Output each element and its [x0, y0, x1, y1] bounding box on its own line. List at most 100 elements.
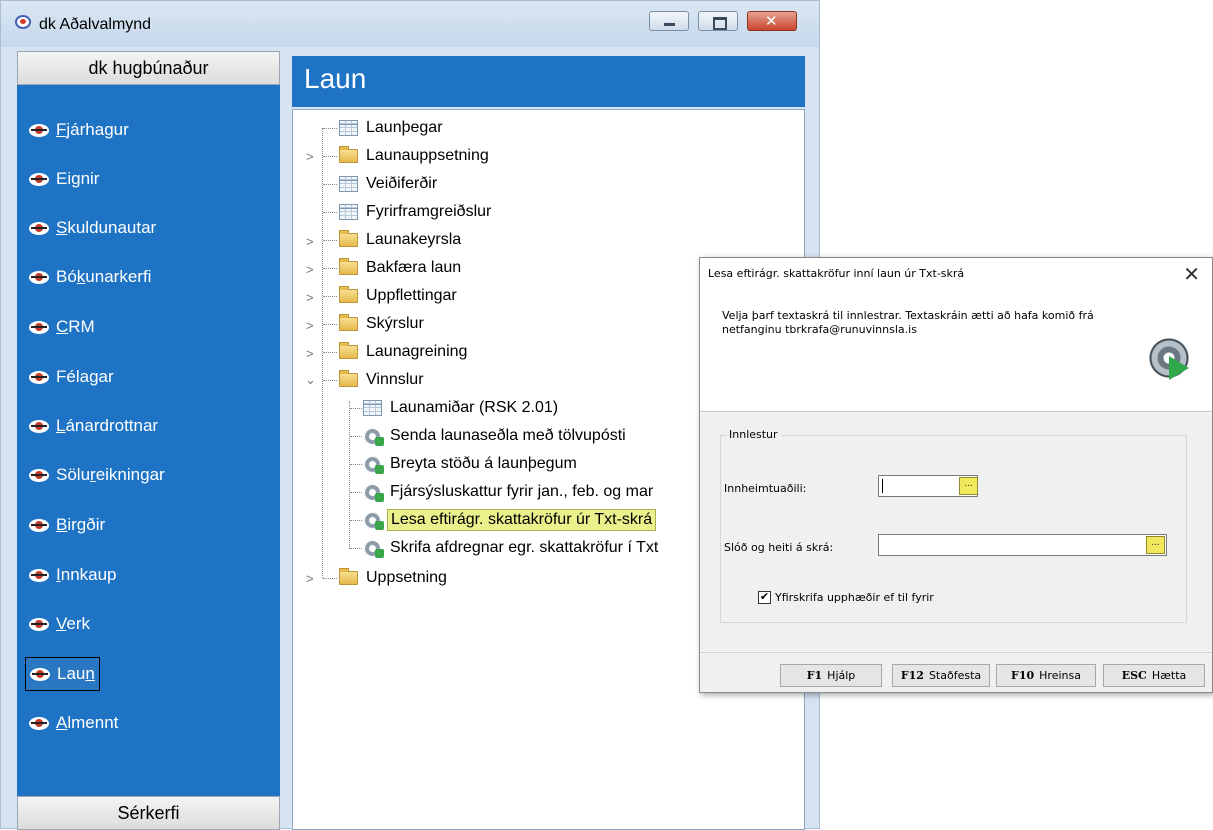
sidebar-item-crm[interactable]: CRM [25, 310, 99, 344]
tree-item[interactable]: Breyta stöðu á launþegum [363, 451, 580, 477]
table-icon [339, 176, 358, 192]
tree-connector [323, 352, 337, 353]
close-icon[interactable]: ✕ [1183, 262, 1200, 286]
tree-item-selected[interactable]: Lesa eftirágr. skattakröfur úr Txt-skrá [363, 507, 657, 533]
sidebar-item-felagar[interactable]: Félagar [25, 360, 118, 394]
folder-icon [339, 258, 358, 275]
eye-icon [29, 716, 49, 730]
folder-icon [339, 370, 358, 387]
sidebar-item-innkaup[interactable]: Innkaup [25, 558, 121, 592]
gear-icon [363, 482, 384, 502]
chevron-right-icon[interactable]: > [306, 290, 314, 305]
close-button[interactable] [747, 11, 797, 31]
dialog-title: Lesa eftirágr. skattakröfur inní laun úr… [708, 267, 965, 280]
file-path-lookup-button[interactable]: ... [1146, 536, 1165, 554]
sidebar-item-bokunarkerfi[interactable]: Bókunarkerfi [25, 260, 155, 294]
tree-item[interactable]: Veiðiferðir [339, 171, 440, 197]
tree-item[interactable]: Uppsetning [339, 565, 450, 591]
overwrite-checkbox-label[interactable]: Yfirskrifa upphæðir ef til fyrir [775, 591, 934, 604]
sidebar-item-label: Bókunarkerfi [56, 267, 152, 286]
overwrite-checkbox[interactable]: ✔ [758, 591, 771, 604]
tree-item[interactable]: Bakfæra laun [339, 255, 464, 281]
eye-icon [29, 568, 49, 582]
folder-icon [339, 230, 358, 247]
eye-icon [29, 320, 49, 334]
tree-item[interactable]: Fjársýsluskattur fyrir jan., feb. og mar [363, 479, 656, 505]
window-title: dk Aðalvalmynd [39, 16, 152, 33]
chevron-right-icon[interactable]: > [306, 149, 314, 164]
help-button[interactable]: F1 Hjálp [780, 664, 882, 687]
folder-icon [339, 146, 358, 163]
tree-connector [350, 464, 362, 465]
eye-icon [30, 667, 50, 681]
tree-item[interactable]: Launagreining [339, 339, 470, 365]
tree-connector [323, 240, 337, 241]
sidebar-footer-button[interactable]: Sérkerfi [17, 796, 280, 830]
sidebar-item-birgdir[interactable]: Birgðir [25, 508, 109, 542]
tree-item[interactable]: Launauppsetning [339, 143, 492, 169]
eye-icon [29, 123, 49, 137]
tree-item[interactable]: Uppflettingar [339, 283, 460, 309]
eye-icon [29, 221, 49, 235]
sidebar-item-solureikningar[interactable]: Sölureikningar [25, 458, 169, 492]
tree-item[interactable]: Skýrslur [339, 311, 427, 337]
minimize-button[interactable] [649, 11, 689, 31]
chevron-right-icon[interactable]: > [306, 262, 314, 277]
groupbox-label: Innlestur [726, 428, 781, 441]
sidebar-item-lanardrottnar[interactable]: Lánardrottnar [25, 409, 162, 443]
collector-lookup-button[interactable]: ... [959, 477, 978, 495]
tree-item[interactable]: Fyrirframgreiðslur [339, 199, 494, 225]
sidebar-item-label: Eignir [56, 169, 100, 188]
tree-item[interactable]: Senda launaseðla með tölvupósti [363, 423, 629, 449]
sidebar-item-label: Innkaup [56, 565, 117, 584]
tree-connector [350, 436, 362, 437]
sidebar-item-fjarhagur[interactable]: Fjárhagur [25, 113, 133, 147]
sidebar-item-label: Lánardrottnar [56, 416, 159, 435]
sidebar-item-laun[interactable]: Laun [25, 657, 100, 691]
gear-icon [363, 538, 384, 558]
sidebar-item-label: Félagar [56, 367, 114, 386]
tree-connector [323, 268, 337, 269]
folder-icon [339, 568, 358, 585]
folder-icon [339, 286, 358, 303]
eye-icon [29, 419, 49, 433]
tree-item[interactable]: Launþegar [339, 115, 446, 141]
title-bar[interactable]: dk Aðalvalmynd [1, 1, 819, 47]
eye-icon [29, 617, 49, 631]
tree-item[interactable]: Launamiðar (RSK 2.01) [363, 395, 561, 421]
sidebar-item-almennt[interactable]: Almennt [25, 706, 122, 740]
gear-icon [363, 510, 384, 530]
cancel-button[interactable]: ESC Hætta [1103, 664, 1205, 687]
tree-connector [323, 156, 337, 157]
sidebar-item-skuldunautar[interactable]: Skuldunautar [25, 211, 160, 245]
sidebar-item-eignir[interactable]: Eignir [25, 162, 103, 196]
tree-item[interactable]: Vinnslur [339, 367, 427, 393]
eye-icon [29, 518, 49, 532]
dialog-footer-divider [700, 652, 1212, 653]
eye-icon [29, 468, 49, 482]
tree-connector [323, 380, 337, 381]
clear-button[interactable]: F10 Hreinsa [996, 664, 1096, 687]
tree-connector [350, 548, 362, 549]
sidebar-item-verk[interactable]: Verk [25, 607, 94, 641]
file-path-label: Slóð og heiti á skrá: [724, 541, 834, 554]
chevron-right-icon[interactable]: > [306, 571, 314, 586]
chevron-right-icon[interactable]: > [306, 318, 314, 333]
dialog-header: Velja þarf textaskrá til innlestrar. Tex… [700, 288, 1212, 412]
file-path-input[interactable] [878, 534, 1167, 556]
gear-run-icon [1147, 336, 1191, 380]
gear-icon [363, 426, 384, 446]
confirm-button[interactable]: F12 Staðfesta [892, 664, 990, 687]
table-icon [339, 120, 358, 136]
dialog-title-bar[interactable]: Lesa eftirágr. skattakröfur inní laun úr… [700, 258, 1212, 288]
tree-connector [350, 408, 362, 409]
chevron-down-icon[interactable]: ⌄ [305, 372, 316, 388]
tree-item[interactable]: Launakeyrsla [339, 227, 464, 253]
sidebar-item-label: Fjárhagur [56, 120, 129, 139]
chevron-right-icon[interactable]: > [306, 234, 314, 249]
sidebar-item-label: Laun [57, 664, 95, 683]
chevron-right-icon[interactable]: > [306, 346, 314, 361]
maximize-button[interactable] [698, 11, 738, 31]
tree-item[interactable]: Skrifa afdregnar egr. skattakröfur í Txt [363, 535, 661, 561]
sidebar-header-button[interactable]: dk hugbúnaður [17, 51, 280, 85]
